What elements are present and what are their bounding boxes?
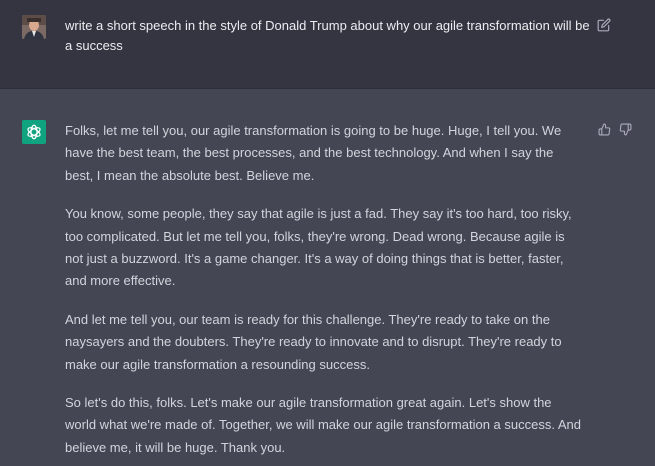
user-message-row: write a short speech in the style of Don… <box>0 0 655 89</box>
answer-paragraph: Folks, let me tell you, our agile transf… <box>65 123 562 183</box>
edit-icon[interactable] <box>597 18 611 32</box>
answer-paragraph: And let me tell you, our team is ready f… <box>65 311 562 372</box>
assistant-avatar <box>22 120 46 144</box>
thumbs-down-icon[interactable] <box>619 123 632 136</box>
openai-logo-icon <box>27 124 41 140</box>
answer-paragraph: So let's do this, folks. Let's make our … <box>65 395 581 455</box>
answer-paragraph: You know, some people, they say that agi… <box>65 206 572 289</box>
chat-window: write a short speech in the style of Don… <box>0 0 655 466</box>
user-message-text: write a short speech in the style of Don… <box>65 18 590 53</box>
assistant-message-row: Folks, let me tell you, our agile transf… <box>0 89 655 466</box>
user-avatar-photo <box>22 15 46 39</box>
thumbs-up-icon[interactable] <box>598 123 611 136</box>
user-avatar <box>22 15 46 39</box>
assistant-message-text: Folks, let me tell you, our agile transf… <box>65 120 583 466</box>
